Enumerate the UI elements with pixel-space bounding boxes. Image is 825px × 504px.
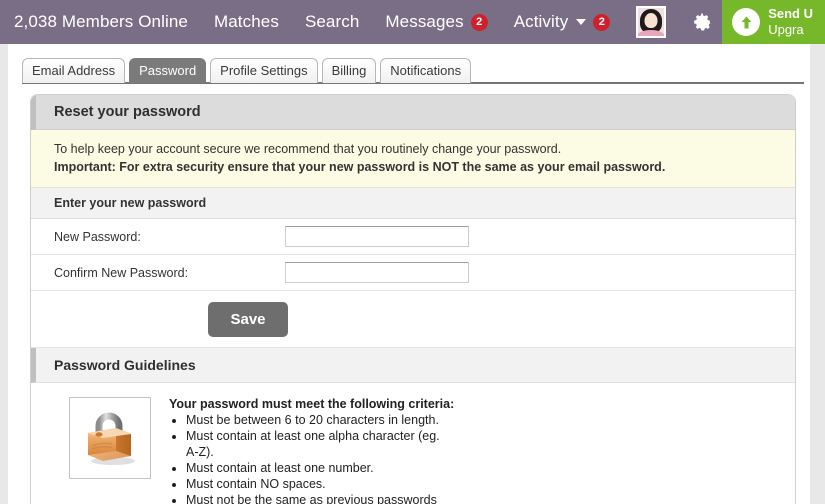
- arrow-up-circle-icon: [732, 8, 761, 36]
- open-padlock-icon: [88, 412, 135, 466]
- notice-line-1: To help keep your account secure we reco…: [54, 142, 562, 156]
- list-item: Must be between 6 to 20 characters in le…: [186, 412, 441, 428]
- avatar-face: [644, 13, 658, 28]
- reset-password-panel: Reset your password To help keep your ac…: [30, 94, 796, 504]
- confirm-password-label: Confirm New Password:: [54, 265, 189, 280]
- nav-item-search[interactable]: Search: [305, 12, 359, 32]
- nav-item-matches[interactable]: Matches: [214, 12, 279, 32]
- nav-label-messages: Messages: [385, 12, 464, 31]
- save-button[interactable]: Save: [208, 301, 288, 337]
- notice-line-2: Important: For extra security ensure tha…: [54, 160, 666, 175]
- criteria-block: Your password must meet the following cr…: [169, 397, 454, 504]
- send-upgrade-button[interactable]: Send U Upgra: [722, 0, 825, 44]
- tab-password[interactable]: Password: [129, 58, 207, 83]
- messages-badge: 2: [470, 13, 488, 31]
- top-navigation-bar: 2,038 Members Online Matches Search Mess…: [0, 0, 825, 44]
- avatar[interactable]: [636, 6, 667, 38]
- list-item: Must contain NO spaces.: [186, 476, 441, 492]
- nav-label-matches: Matches: [213, 12, 279, 31]
- chevron-down-icon: [576, 19, 587, 25]
- primary-nav: 2,038 Members Online Matches Search Mess…: [0, 12, 636, 32]
- members-online-counter: 2,038 Members Online: [14, 12, 188, 31]
- settings-button[interactable]: [682, 11, 722, 33]
- content-area: Email Address Password Profile Settings …: [8, 44, 810, 504]
- tab-billing[interactable]: Billing: [321, 58, 377, 83]
- activity-badge: 2: [593, 13, 611, 31]
- tab-notifications[interactable]: Notifications: [380, 58, 472, 83]
- guidelines-title: Password Guidelines: [31, 348, 795, 384]
- confirm-password-row: Confirm New Password:: [31, 255, 795, 292]
- tab-profile-settings[interactable]: Profile Settings: [210, 58, 318, 83]
- nav-item-messages[interactable]: Messages 2: [385, 12, 488, 32]
- save-row: Save: [31, 291, 795, 349]
- send-upgrade-line1: Send U: [768, 5, 813, 21]
- settings-tab-bar: Email Address Password Profile Settings …: [8, 44, 810, 83]
- security-notice: To help keep your account secure we reco…: [31, 130, 795, 189]
- nav-label-activity: Activity: [513, 12, 569, 31]
- nav-right-cluster: Send U Upgra: [636, 0, 825, 44]
- page-background: Email Address Password Profile Settings …: [0, 44, 825, 504]
- panel-title: Reset your password: [31, 95, 795, 130]
- send-upgrade-line2: Upgra: [768, 22, 804, 37]
- padlock-icon-frame: [69, 397, 151, 480]
- gear-icon: [694, 13, 712, 31]
- form-section-heading: Enter your new password: [31, 188, 795, 220]
- new-password-label: New Password:: [54, 229, 141, 244]
- list-item: Must contain at least one number.: [186, 460, 441, 476]
- new-password-input[interactable]: [285, 226, 469, 248]
- nav-item-activity[interactable]: Activity 2: [514, 12, 611, 32]
- criteria-title: Your password must meet the following cr…: [169, 397, 455, 412]
- send-upgrade-label: Send U Upgra: [768, 6, 813, 39]
- nav-label-search: Search: [304, 12, 360, 31]
- list-item: Must not be the same as previous passwor…: [186, 492, 441, 504]
- tab-email-address[interactable]: Email Address: [22, 58, 126, 83]
- avatar-shoulders: [638, 30, 665, 36]
- confirm-password-input[interactable]: [285, 262, 469, 284]
- criteria-list: Must be between 6 to 20 characters in le…: [169, 412, 441, 504]
- guidelines-body: Your password must meet the following cr…: [31, 383, 795, 504]
- list-item: Must contain at least one alpha characte…: [186, 428, 441, 460]
- new-password-row: New Password:: [31, 219, 795, 256]
